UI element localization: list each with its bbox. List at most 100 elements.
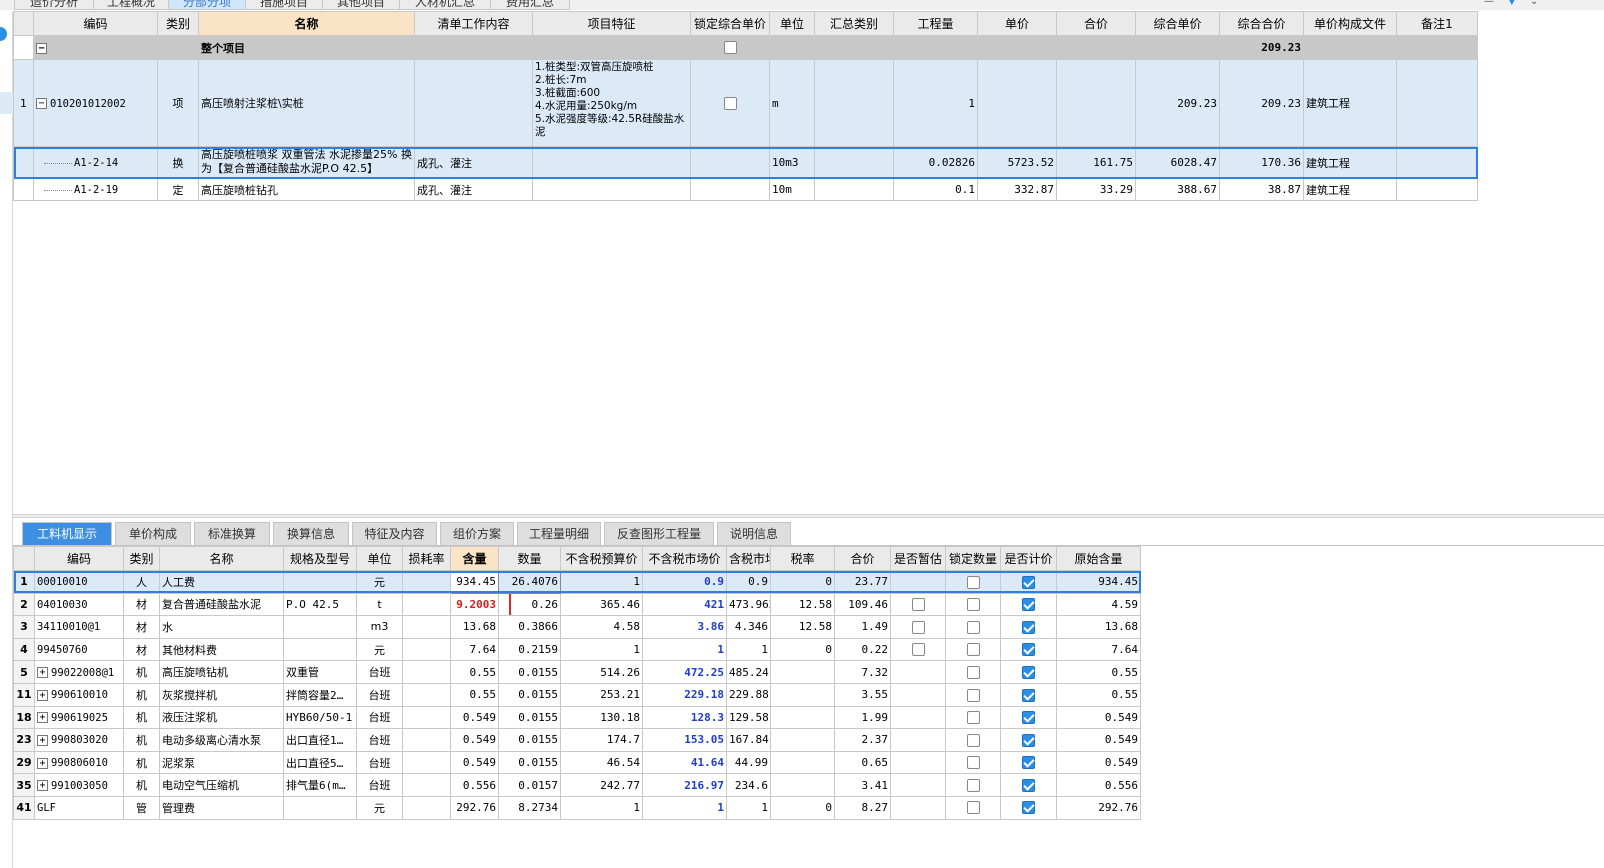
header-quantity[interactable]: 数量: [498, 546, 561, 571]
table-row[interactable]: A1-2-14 换 高压旋喷桩喷浆 双重管法 水泥掺量25% 换为【复合普通硅酸…: [13, 146, 1478, 179]
priced-checkbox[interactable]: [1022, 778, 1035, 792]
row-number[interactable]: 18: [13, 705, 35, 730]
lock-qty-checkbox[interactable]: [966, 778, 980, 792]
quantity-cell[interactable]: 0.0155: [498, 728, 561, 752]
header-tax-market[interactable]: 含税市场价: [726, 546, 771, 571]
loss-rate-cell[interactable]: [402, 570, 451, 594]
header-priced[interactable]: 是否计价: [1000, 546, 1057, 571]
quantity-cell[interactable]: 0.0155: [498, 682, 561, 707]
header-name[interactable]: 名称: [198, 11, 415, 36]
table-row[interactable]: 5 +99022008@1 机高压旋喷钻机 双重管 台班 0.55 0.0155 514.26…: [13, 660, 1141, 684]
header-comp-price[interactable]: 综合单价: [1135, 11, 1220, 36]
row-number[interactable]: 23: [13, 728, 35, 752]
content-cell[interactable]: 7.64: [450, 637, 499, 662]
row-number[interactable]: 2: [13, 592, 35, 617]
tab-conversion-info[interactable]: 换算信息: [273, 522, 349, 546]
quantity-cell[interactable]: 8.2734: [498, 795, 561, 820]
features-cell[interactable]: 1.桩类型:双管高压旋喷桩 2.桩长:7m 3.桩截面:600 4.水泥用量:2…: [532, 59, 691, 147]
tab-unit-price-composition[interactable]: 单价构成: [115, 522, 191, 546]
market-price-cell[interactable]: 153.05: [642, 728, 727, 752]
content-cell[interactable]: 13.68: [450, 615, 499, 639]
pane-splitter[interactable]: [13, 514, 1604, 518]
header-provisional[interactable]: 是否暂估: [890, 546, 946, 571]
table-row[interactable]: 23 +990803020 机电动多级离心清水泵 出口直径1… 台班 0.549 0.015…: [13, 728, 1141, 752]
loss-rate-cell[interactable]: [402, 615, 451, 639]
market-price-cell[interactable]: 1: [642, 795, 727, 820]
content-cell[interactable]: 934.45: [450, 570, 499, 594]
provisional-checkbox[interactable]: [911, 620, 925, 634]
loss-rate-cell[interactable]: [402, 773, 451, 797]
content-cell[interactable]: 0.549: [450, 750, 499, 775]
tab-cost-analysis[interactable]: 造价分析: [14, 0, 94, 10]
table-row[interactable]: 41 GLF 管管理费元 292.76 8.2734 1 1 1 0 8.27 292.76: [13, 795, 1141, 820]
header-summary-type[interactable]: 汇总类别: [814, 11, 894, 36]
content-cell[interactable]: 0.55: [450, 660, 499, 684]
tab-measures[interactable]: 措施项目: [245, 0, 323, 10]
lock-qty-checkbox[interactable]: [966, 598, 980, 612]
loss-rate-cell[interactable]: [402, 705, 451, 730]
expand-icon[interactable]: +: [37, 689, 48, 701]
table-row[interactable]: 4 99450760 材其他材料费元 7.64 0.2159 1 1 1 0 0.22 7.64: [13, 637, 1141, 662]
lock-qty-checkbox[interactable]: [966, 801, 980, 815]
expand-icon[interactable]: +: [37, 780, 48, 792]
quantity-cell[interactable]: 0.0155: [498, 750, 561, 775]
row-number[interactable]: 35: [13, 773, 35, 797]
tab-project-overview[interactable]: 工程概况: [93, 0, 169, 10]
table-row[interactable]: 1 00010010 人人工费元 934.45 26.4076 1 0.9 0.9 0 23.77…: [13, 570, 1141, 594]
collapse-icon[interactable]: −: [36, 98, 47, 109]
priced-checkbox[interactable]: [1022, 643, 1035, 657]
priced-checkbox[interactable]: [1022, 733, 1035, 747]
market-price-cell[interactable]: 0.9: [642, 570, 727, 594]
quantity-cell[interactable]: 26.4076: [498, 570, 561, 594]
info-icon[interactable]: [0, 27, 7, 41]
tab-description[interactable]: 说明信息: [717, 522, 791, 546]
lock-qty-checkbox[interactable]: [966, 620, 980, 634]
market-price-cell[interactable]: 472.25: [642, 660, 727, 684]
header-unit[interactable]: 单位: [769, 11, 815, 36]
loss-rate-cell[interactable]: [402, 795, 451, 820]
chevron-down-icon[interactable]: ▼: [1508, 0, 1516, 7]
table-row[interactable]: 2 04010030 材复合普通硅酸盐水泥 P.O 42.5 t 9.2003 0.26 36…: [13, 592, 1141, 617]
header-name[interactable]: 名称: [159, 546, 284, 571]
content-cell[interactable]: 0.549: [450, 705, 499, 730]
table-row[interactable]: 11 +990610010 机灰浆搅拌机 拌筒容量2… 台班 0.55 0.0155 253.…: [13, 682, 1141, 707]
expand-icon[interactable]: +: [37, 712, 48, 724]
loss-rate-cell[interactable]: [402, 637, 451, 662]
header-price-file[interactable]: 单价构成文件: [1303, 11, 1397, 36]
loss-rate-cell[interactable]: [402, 660, 451, 684]
market-price-cell[interactable]: 128.3: [642, 705, 727, 730]
header-lock-price[interactable]: 锁定综合单价: [690, 11, 770, 36]
header-type[interactable]: 类别: [123, 546, 160, 571]
content-cell[interactable]: 0.55: [450, 682, 499, 707]
header-code[interactable]: 编码: [34, 546, 124, 571]
table-row[interactable]: 18 +990619025 机液压注浆机 HYB60/50-1 台班 0.549 0.015…: [13, 705, 1141, 730]
priced-checkbox[interactable]: [1022, 598, 1035, 612]
market-price-cell[interactable]: 229.18: [642, 682, 727, 707]
provisional-checkbox[interactable]: [911, 643, 925, 657]
header-type[interactable]: 类别: [157, 11, 199, 36]
header-spec[interactable]: 规格及型号: [283, 546, 357, 571]
table-row[interactable]: 1 −010201012002 项 高压喷射注浆桩\实桩 1.桩类型:双管高压旋…: [13, 59, 1478, 147]
whole-project-row[interactable]: − 整个项目 209.23: [13, 35, 1478, 60]
header-content[interactable]: 含量: [450, 546, 499, 571]
table-row[interactable]: A1-2-19 定 高压旋喷桩钻孔 成孔、灌注 10m 0.1 332.87 3…: [13, 178, 1478, 201]
content-cell[interactable]: 9.2003: [450, 592, 499, 617]
collapse-icon[interactable]: −: [36, 42, 47, 54]
priced-checkbox[interactable]: [1022, 665, 1035, 679]
lock-price-checkbox[interactable]: [723, 41, 737, 55]
row-number[interactable]: 4: [13, 637, 35, 662]
header-comp-total[interactable]: 综合合价: [1219, 11, 1304, 36]
priced-checkbox[interactable]: [1022, 756, 1035, 770]
header-remark[interactable]: 备注1: [1396, 11, 1478, 36]
row-number[interactable]: 41: [13, 795, 35, 820]
header-features[interactable]: 项目特征: [532, 11, 691, 36]
tab-pricing-plan[interactable]: 组价方案: [440, 522, 514, 546]
lock-price-checkbox[interactable]: [723, 96, 737, 110]
table-row[interactable]: 3 34110010@1 材水 m3 13.68 0.3866 4.58 3.86 4.346 1…: [13, 615, 1141, 639]
loss-rate-cell[interactable]: [402, 682, 451, 707]
quantity-cell[interactable]: 0.2159: [498, 637, 561, 662]
content-cell[interactable]: 292.76: [450, 795, 499, 820]
market-price-cell[interactable]: 216.97: [642, 773, 727, 797]
header-total[interactable]: 合价: [834, 546, 891, 571]
row-number[interactable]: 3: [13, 615, 35, 639]
